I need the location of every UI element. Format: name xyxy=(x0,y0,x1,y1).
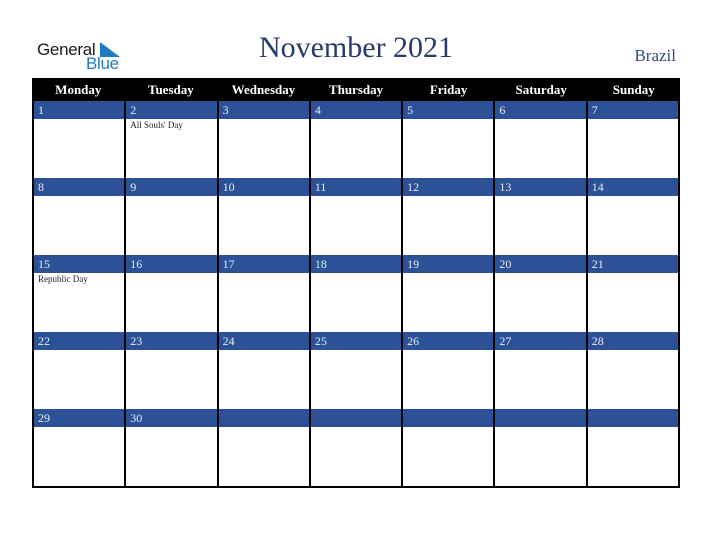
day-number: 6 xyxy=(495,101,586,119)
day-number: 21 xyxy=(587,255,678,273)
day-cell[interactable]: 22 xyxy=(32,332,125,409)
day-number: 29 xyxy=(34,409,125,427)
day-number: 10 xyxy=(218,178,309,196)
calendar-title: November 2021 xyxy=(258,31,454,64)
week-row: 1 2 All Souls' Day 3 4 5 6 7 xyxy=(32,101,680,178)
day-number: 4 xyxy=(310,101,402,119)
day-cell[interactable]: 3 xyxy=(216,101,309,178)
weekday-monday: Monday xyxy=(55,82,102,97)
day-number: 16 xyxy=(126,255,217,273)
day-cell[interactable] xyxy=(308,409,402,486)
day-number: 11 xyxy=(310,178,402,196)
weekday-wednesday: Wednesday xyxy=(231,82,296,97)
week-row: 22 23 24 25 26 27 28 xyxy=(32,332,680,409)
day-number: 22 xyxy=(34,332,125,350)
day-cell[interactable] xyxy=(216,409,309,486)
weekday-header: Monday Tuesday Wednesday Thursday Friday… xyxy=(32,78,680,101)
calendar-grid: Monday Tuesday Wednesday Thursday Friday… xyxy=(32,78,680,488)
country-label: Brazil xyxy=(634,46,676,65)
day-cell[interactable]: 26 xyxy=(401,332,494,409)
day-number: 24 xyxy=(218,332,309,350)
day-number: 13 xyxy=(495,178,586,196)
day-cell[interactable]: 14 xyxy=(585,178,680,255)
day-cell[interactable]: 6 xyxy=(493,101,586,178)
weekday-friday: Friday xyxy=(429,82,468,97)
day-cell[interactable]: 19 xyxy=(401,255,494,332)
day-number xyxy=(218,409,309,427)
day-cell[interactable]: 29 xyxy=(32,409,125,486)
day-cell[interactable]: 25 xyxy=(308,332,402,409)
day-number: 7 xyxy=(587,101,678,119)
weekday-thursday: Thursday xyxy=(328,82,384,97)
day-number: 17 xyxy=(218,255,309,273)
day-cell[interactable]: 21 xyxy=(585,255,680,332)
day-number: 9 xyxy=(126,178,217,196)
day-number xyxy=(310,409,402,427)
day-cell[interactable]: 7 xyxy=(585,101,680,178)
weekday-sunday: Sunday xyxy=(612,82,655,97)
day-cell[interactable]: 15 Republic Day xyxy=(32,255,125,332)
holiday-label: Republic Day xyxy=(38,274,88,284)
day-number: 26 xyxy=(403,332,494,350)
week-row: 15 Republic Day 16 17 18 19 20 21 xyxy=(32,255,680,332)
day-number: 14 xyxy=(587,178,678,196)
day-cell[interactable]: 4 xyxy=(308,101,402,178)
day-number: 23 xyxy=(126,332,217,350)
day-number: 8 xyxy=(34,178,125,196)
day-cell[interactable]: 10 xyxy=(216,178,309,255)
day-cell[interactable]: 18 xyxy=(308,255,402,332)
day-cell[interactable]: 13 xyxy=(493,178,586,255)
day-number: 2 xyxy=(126,101,217,119)
day-cell[interactable] xyxy=(585,409,680,486)
day-cell[interactable]: 20 xyxy=(493,255,586,332)
day-cell[interactable]: 16 xyxy=(124,255,217,332)
day-number: 15 xyxy=(34,255,125,273)
day-cell[interactable]: 30 xyxy=(124,409,217,486)
day-cell[interactable]: 8 xyxy=(32,178,125,255)
weekday-saturday: Saturday xyxy=(515,82,567,97)
holiday-label: All Souls' Day xyxy=(130,120,183,130)
day-cell[interactable]: 23 xyxy=(124,332,217,409)
day-cell[interactable] xyxy=(493,409,586,486)
day-number: 3 xyxy=(218,101,309,119)
day-cell[interactable]: 5 xyxy=(401,101,494,178)
day-number: 5 xyxy=(403,101,494,119)
day-cell[interactable] xyxy=(401,409,494,486)
day-cell[interactable]: 17 xyxy=(216,255,309,332)
day-number: 1 xyxy=(34,101,125,119)
day-number xyxy=(495,409,586,427)
weekday-tuesday: Tuesday xyxy=(147,82,194,97)
day-number: 30 xyxy=(126,409,217,427)
day-number: 12 xyxy=(403,178,494,196)
day-cell[interactable]: 12 xyxy=(401,178,494,255)
day-cell[interactable]: 2 All Souls' Day xyxy=(124,101,217,178)
day-number: 20 xyxy=(495,255,586,273)
day-number: 28 xyxy=(587,332,678,350)
day-cell[interactable]: 11 xyxy=(308,178,402,255)
day-number: 25 xyxy=(310,332,402,350)
day-number: 19 xyxy=(403,255,494,273)
day-number xyxy=(403,409,494,427)
week-row: 8 9 10 11 12 13 14 xyxy=(32,178,680,255)
day-cell[interactable]: 24 xyxy=(216,332,309,409)
week-row: 29 30 xyxy=(32,409,680,488)
day-number: 18 xyxy=(310,255,402,273)
day-cell[interactable]: 1 xyxy=(32,101,125,178)
day-number: 27 xyxy=(495,332,586,350)
day-number xyxy=(587,409,678,427)
day-cell[interactable]: 27 xyxy=(493,332,586,409)
day-cell[interactable]: 28 xyxy=(585,332,680,409)
day-cell[interactable]: 9 xyxy=(124,178,217,255)
